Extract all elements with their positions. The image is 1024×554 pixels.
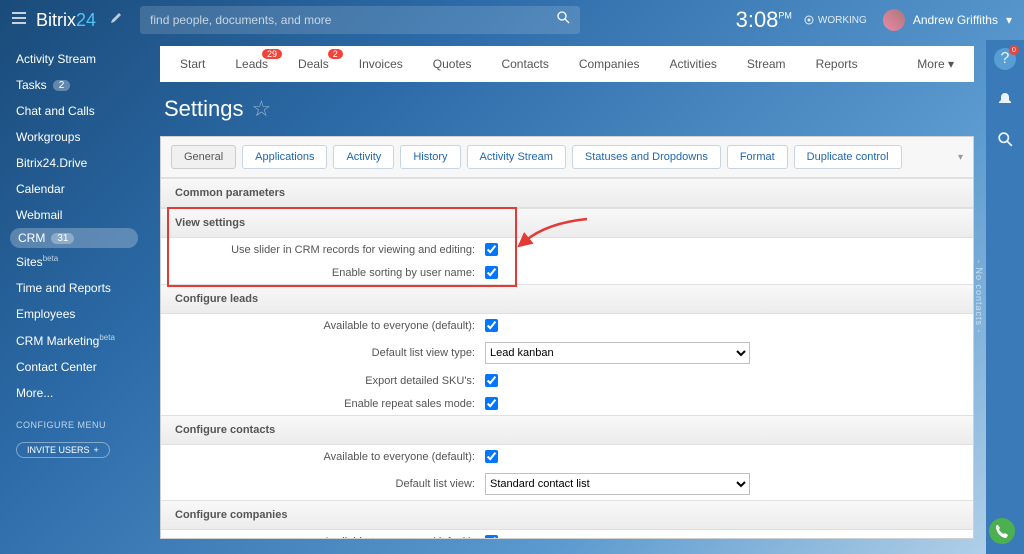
nav-start[interactable]: Start	[180, 57, 205, 71]
sidebar-item-activity-stream[interactable]: Activity Stream	[0, 46, 148, 72]
sidebar-item-time-and-reports[interactable]: Time and Reports	[0, 275, 148, 301]
tab-duplicate-control[interactable]: Duplicate control	[794, 145, 902, 169]
avatar	[883, 9, 905, 31]
companies-check-0[interactable]	[485, 535, 498, 538]
leads-row-2: Export detailed SKU's:	[161, 369, 973, 392]
bell-icon[interactable]	[994, 88, 1016, 110]
leads-check-2[interactable]	[485, 374, 498, 387]
tabs-collapse-icon[interactable]: ▾	[958, 152, 963, 163]
sidebar-item-sites[interactable]: Sitesbeta	[0, 248, 148, 275]
invite-users-button[interactable]: INVITE USERS +	[16, 442, 110, 458]
section-companies: Configure companies	[161, 500, 973, 530]
sidebar: Activity StreamTasks2Chat and CallsWorkg…	[0, 40, 148, 554]
section-leads: Configure leads	[161, 284, 973, 314]
right-rail: ? 0	[986, 40, 1024, 554]
search-rail-icon[interactable]	[994, 128, 1016, 150]
pencil-icon[interactable]	[110, 11, 122, 29]
nav-activities[interactable]: Activities	[670, 57, 717, 71]
search-input[interactable]	[150, 13, 557, 27]
search-icon[interactable]	[557, 11, 570, 29]
view-row-0: Use slider in CRM records for viewing an…	[161, 238, 973, 261]
tab-activity-stream[interactable]: Activity Stream	[467, 145, 566, 169]
sidebar-item-tasks[interactable]: Tasks2	[0, 72, 148, 98]
configure-menu[interactable]: CONFIGURE MENU	[0, 414, 148, 436]
status-working[interactable]: WORKING	[804, 15, 867, 26]
companies-label-0: Available to everyone (default):	[175, 536, 485, 539]
chevron-down-icon: ▾	[1006, 13, 1012, 27]
sidebar-item-contact-center[interactable]: Contact Center	[0, 354, 148, 380]
contacts-label-0: Available to everyone (default):	[175, 451, 485, 463]
tab-statuses-and-dropdowns[interactable]: Statuses and Dropdowns	[572, 145, 721, 169]
nav-more[interactable]: More ▾	[917, 57, 954, 71]
sidebar-item-more-[interactable]: More...	[0, 380, 148, 406]
nav-quotes[interactable]: Quotes	[433, 57, 472, 71]
nav-stream[interactable]: Stream	[747, 57, 786, 71]
section-contacts: Configure contacts	[161, 415, 973, 445]
tab-format[interactable]: Format	[727, 145, 788, 169]
tabs: GeneralApplicationsActivityHistory Activi…	[161, 137, 973, 178]
call-fab[interactable]	[989, 518, 1015, 544]
leads-check-0[interactable]	[485, 319, 498, 332]
crm-nav: Start Leads29 Deals2 Invoices Quotes Contacts…	[160, 46, 974, 82]
no-contacts-label: - No contacts -	[974, 260, 984, 334]
leads-row-3: Enable repeat sales mode:	[161, 392, 973, 415]
clock-time: 3:08PM	[736, 7, 792, 33]
page-title: Settings ☆	[164, 96, 970, 122]
tab-general[interactable]: General	[171, 145, 236, 169]
nav-reports[interactable]: Reports	[816, 57, 858, 71]
nav-leads[interactable]: Leads29	[235, 57, 268, 71]
section-common: Common parameters	[161, 178, 973, 208]
section-view: View settings	[161, 208, 973, 238]
sidebar-item-calendar[interactable]: Calendar	[0, 176, 148, 202]
leads-row-0: Available to everyone (default):	[161, 314, 973, 337]
leads-label-2: Export detailed SKU's:	[175, 375, 485, 387]
leads-check-3[interactable]	[485, 397, 498, 410]
leads-label-1: Default list view type:	[175, 347, 485, 359]
star-icon[interactable]: ☆	[252, 96, 272, 122]
sidebar-item-employees[interactable]: Employees	[0, 301, 148, 327]
leads-select-1[interactable]: Lead kanban	[485, 342, 750, 364]
nav-contacts[interactable]: Contacts	[501, 57, 548, 71]
leads-label-0: Available to everyone (default):	[175, 320, 485, 332]
settings-panel: GeneralApplicationsActivityHistory Activi…	[160, 136, 974, 539]
hamburger-icon[interactable]	[12, 11, 26, 29]
sidebar-item-bitrix24-drive[interactable]: Bitrix24.Drive	[0, 150, 148, 176]
view-label-1: Enable sorting by user name:	[175, 267, 485, 279]
nav-deals[interactable]: Deals2	[298, 57, 329, 71]
contacts-row-0: Available to everyone (default):	[161, 445, 973, 468]
leads-row-1: Default list view type:Lead kanban	[161, 337, 973, 369]
nav-invoices[interactable]: Invoices	[359, 57, 403, 71]
user-menu[interactable]: Andrew Griffiths ▾	[883, 9, 1012, 31]
contacts-label-1: Default list view:	[175, 478, 485, 490]
view-check-0[interactable]	[485, 243, 498, 256]
logo: Bitrix24	[36, 10, 96, 31]
user-name: Andrew Griffiths	[913, 13, 998, 27]
companies-row-0: Available to everyone (default):	[161, 530, 973, 538]
search-box[interactable]	[140, 6, 580, 34]
contacts-check-0[interactable]	[485, 450, 498, 463]
sidebar-item-workgroups[interactable]: Workgroups	[0, 124, 148, 150]
sidebar-item-webmail[interactable]: Webmail	[0, 202, 148, 228]
tab-history[interactable]: History	[400, 145, 460, 169]
sidebar-item-chat-and-calls[interactable]: Chat and Calls	[0, 98, 148, 124]
help-icon[interactable]: ? 0	[994, 48, 1016, 70]
nav-companies[interactable]: Companies	[579, 57, 640, 71]
sidebar-item-crm-marketing[interactable]: CRM Marketingbeta	[0, 327, 148, 354]
view-label-0: Use slider in CRM records for viewing an…	[175, 244, 485, 256]
view-check-1[interactable]	[485, 266, 498, 279]
view-row-1: Enable sorting by user name:	[161, 261, 973, 284]
tab-activity[interactable]: Activity	[333, 145, 394, 169]
tab-applications[interactable]: Applications	[242, 145, 327, 169]
contacts-select-1[interactable]: Standard contact list	[485, 473, 750, 495]
sidebar-item-crm[interactable]: CRM31	[10, 228, 138, 248]
leads-label-3: Enable repeat sales mode:	[175, 398, 485, 410]
contacts-row-1: Default list view:Standard contact list	[161, 468, 973, 500]
